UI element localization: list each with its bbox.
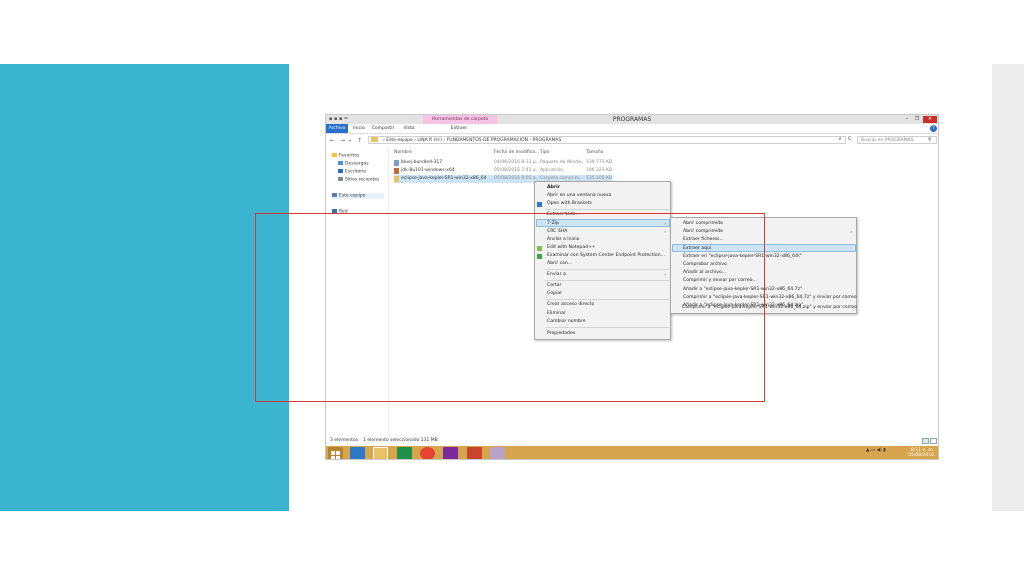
folder-icon [371, 137, 378, 142]
file-date: 05/08/2016 7:41 a... [494, 168, 539, 173]
download-folder-icon [338, 161, 343, 165]
nav-este-equipo[interactable]: Este equipo [332, 193, 384, 199]
store-icon[interactable] [397, 447, 412, 459]
nav-sitios-recientes[interactable]: Sitios recientes [338, 177, 379, 183]
column-header-size[interactable]: Tamaño [586, 150, 604, 155]
large-icons-view-icon[interactable] [930, 438, 937, 444]
close-button[interactable]: ✕ [923, 116, 937, 123]
paint-icon[interactable] [490, 447, 505, 459]
internet-explorer-icon[interactable] [350, 447, 365, 459]
tab-archivo[interactable]: Archivo [326, 124, 348, 133]
zip-folder-icon [394, 176, 399, 182]
file-name: eclipse-java-kepler-SR1-win32-x86_64 [401, 176, 487, 181]
start-button-icon[interactable] [328, 447, 343, 459]
clock-date: 05/08/2016 [908, 453, 934, 458]
maximize-button[interactable]: ❐ [912, 116, 922, 123]
brackets-icon [537, 202, 542, 207]
search-input[interactable]: Buscar en PROGRAMAS [857, 136, 937, 144]
onenote-icon[interactable] [443, 447, 458, 459]
up-arrow-icon[interactable]: ↑ [357, 137, 362, 144]
nav-descargas[interactable]: Descargas [338, 161, 369, 167]
file-date: 05/08/2016 8:05 a... [494, 176, 539, 181]
file-explorer-icon[interactable] [373, 447, 388, 459]
tab-extraer[interactable]: Extraer [450, 124, 468, 133]
details-view-icon[interactable] [922, 438, 929, 444]
column-header-name[interactable]: Nombre [394, 150, 412, 155]
file-size: 196.323 KB [586, 168, 612, 173]
file-row[interactable]: bluej-bundled-317 04/06/2016 8:33 p... P… [394, 159, 612, 167]
tab-vista[interactable]: Vista [401, 124, 417, 133]
help-icon[interactable]: ? [930, 125, 937, 132]
submenu-arrow-icon: › [850, 229, 852, 234]
column-header-type[interactable]: Tipo [540, 150, 549, 155]
system-tray[interactable]: ▲ ▭ ◀) ▮ [866, 448, 886, 453]
tab-inicio[interactable]: Inicio [350, 124, 368, 133]
tab-compartir[interactable]: Compartir [371, 124, 395, 133]
menu-item-abrir-ventana-nueva[interactable]: Abrir en una ventana nueva [547, 192, 611, 199]
minimize-button[interactable]: – [902, 116, 912, 123]
slide-left-panel [0, 64, 289, 511]
star-icon [332, 153, 337, 157]
computer-icon [332, 193, 337, 197]
file-type: Paquete de Windo... [540, 160, 584, 165]
recent-places-icon [338, 177, 343, 181]
taskbar-clock[interactable]: 8:11 a. m. 05/08/2016 [904, 448, 934, 458]
file-type: Aplicación [540, 168, 563, 173]
file-size: 139.773 KB [586, 160, 612, 165]
window-title: PROGRAMAS [612, 116, 652, 123]
file-name: jdk-8u101-windows-x64 [401, 168, 455, 173]
file-name: bluej-bundled-317 [401, 160, 443, 165]
menu-item-abrir[interactable]: Abrir [547, 184, 560, 191]
ribbon-bar [326, 124, 938, 134]
back-arrow-icon[interactable]: ← [330, 137, 335, 144]
windows-logo-icon [331, 451, 340, 459]
desktop-icon [338, 169, 343, 173]
file-row[interactable]: jdk-8u101-windows-x64 05/08/2016 7:41 a.… [394, 167, 612, 175]
taskbar [326, 446, 938, 459]
application-icon [394, 168, 399, 174]
chrome-icon[interactable] [420, 447, 435, 459]
search-icon[interactable]: ⚲ [928, 137, 932, 143]
powerpoint-icon[interactable] [467, 447, 482, 459]
highlight-annotation-box [255, 213, 765, 402]
address-dropdown-icon[interactable]: ∨ [838, 136, 842, 142]
address-bar[interactable]: › Este equipo › LINA R (H:) › FUNDAMENTO… [368, 136, 846, 144]
refresh-icon[interactable]: C [848, 136, 852, 142]
column-header-date[interactable]: Fecha de modifica... [494, 150, 539, 155]
slide-right-scrollbar [992, 64, 1024, 511]
recent-dropdown-icon[interactable]: ▾ [349, 138, 351, 143]
menu-separator [545, 209, 669, 210]
forward-arrow-icon[interactable]: → [340, 137, 345, 144]
nav-escritorio[interactable]: Escritorio [338, 169, 366, 175]
installer-icon [394, 160, 399, 166]
nav-favorites[interactable]: Favoritos [332, 153, 359, 159]
file-date: 04/06/2016 8:33 p... [494, 160, 539, 165]
menu-item-open-with-brackets[interactable]: Open with Brackets [547, 200, 592, 207]
status-selection: 1 elemento seleccionado 131 MB [363, 438, 438, 443]
